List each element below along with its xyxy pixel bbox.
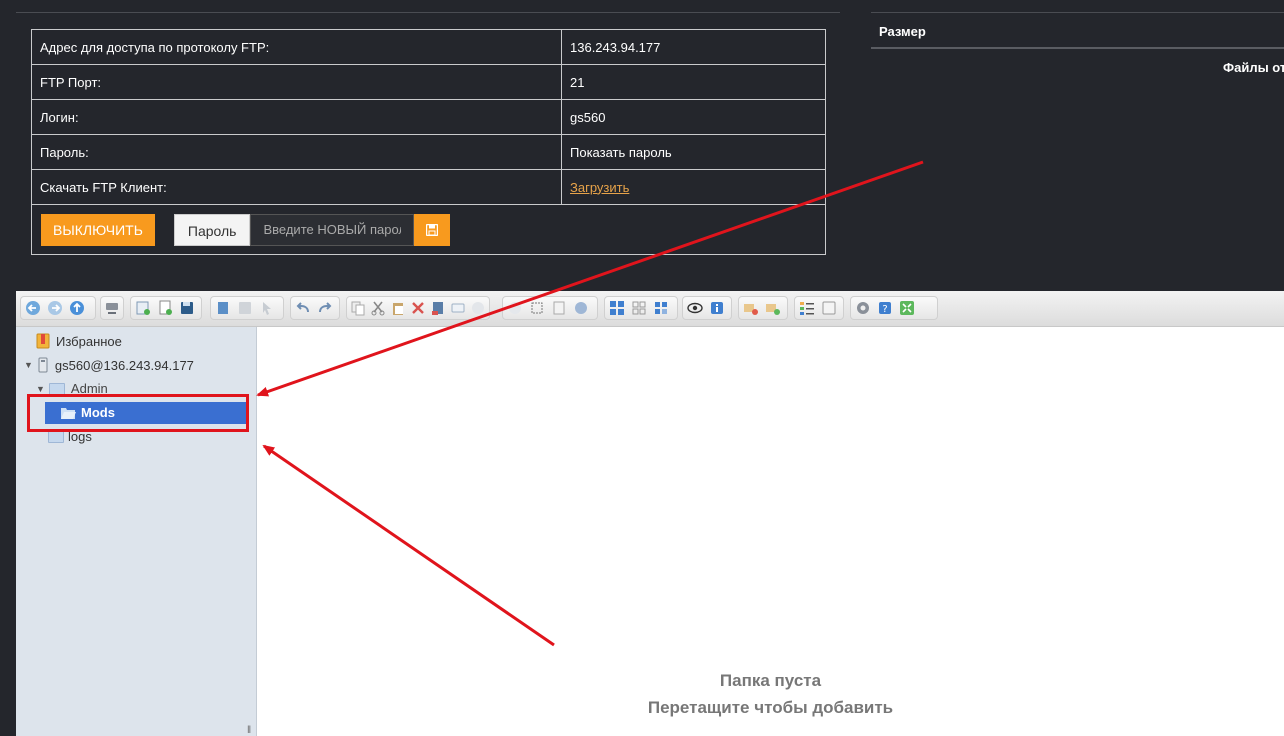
folder-content-area[interactable]: Папка пуста Перетащите чтобы добавить xyxy=(257,327,1284,736)
toolbar-group-history xyxy=(290,296,340,320)
view-icons-icon[interactable] xyxy=(607,299,627,317)
translate-icon[interactable] xyxy=(819,299,839,317)
preview-icon[interactable] xyxy=(685,299,705,317)
sort-icon[interactable] xyxy=(651,299,671,317)
right-panel: Размер Файлы от xyxy=(871,12,1284,282)
empty-icon[interactable] xyxy=(429,299,447,317)
toolbar-group-columns xyxy=(794,296,844,320)
password-controls: ВЫКЛЮЧИТЬ Пароль xyxy=(41,213,816,246)
places-icon[interactable] xyxy=(741,299,761,317)
download-client-link[interactable]: Загрузить xyxy=(570,180,629,195)
copy-icon[interactable] xyxy=(349,299,367,317)
mkdir-icon[interactable] xyxy=(133,299,153,317)
login-value: gs560 xyxy=(561,99,826,135)
file-manager: ? Избранное ▼ gs560@136.243.94.177 ▼ Adm… xyxy=(16,291,1284,736)
ftp-info-table: Адрес для доступа по протоколу FTP: 136.… xyxy=(31,29,826,255)
table-row: FTP Порт: 21 xyxy=(31,64,826,100)
netmount-icon[interactable] xyxy=(103,299,121,317)
info-icon[interactable] xyxy=(707,299,727,317)
cut-icon[interactable] xyxy=(369,299,387,317)
highlight-box xyxy=(27,394,249,432)
folder-tree: Избранное ▼ gs560@136.243.94.177 ▼ Admin… xyxy=(16,327,257,736)
paste-icon[interactable] xyxy=(389,299,407,317)
ftp-address-label: Адрес для доступа по протоколу FTP: xyxy=(31,29,562,65)
show-password-link[interactable]: Показать пароль xyxy=(561,134,826,170)
table-row: Логин: gs560 xyxy=(31,99,826,135)
tree-item-favorites[interactable]: Избранное xyxy=(36,333,122,349)
password-label: Пароль: xyxy=(31,134,562,170)
view-list-icon[interactable] xyxy=(629,299,649,317)
top-divider xyxy=(16,12,840,13)
undo-icon[interactable] xyxy=(293,299,313,317)
toolbar-group-create xyxy=(130,296,202,320)
favorites-icon xyxy=(36,333,50,349)
redo-icon[interactable] xyxy=(315,299,335,317)
settings-icon[interactable] xyxy=(853,299,873,317)
toolbar-group-places xyxy=(738,296,788,320)
size-column-header[interactable]: Размер xyxy=(879,24,926,39)
open-icon[interactable] xyxy=(213,299,233,317)
table-row: Адрес для доступа по протоколу FTP: 136.… xyxy=(31,29,826,65)
column-list-icon[interactable] xyxy=(797,299,817,317)
up-icon[interactable] xyxy=(67,299,87,317)
download-client-label: Скачать FTP Клиент: xyxy=(31,169,562,205)
tree-item-label: Избранное xyxy=(56,333,122,349)
folder-icon xyxy=(48,430,64,443)
login-label: Логин: xyxy=(31,99,562,135)
empty-folder-hint: Перетащите чтобы добавить xyxy=(647,698,894,717)
empty-folder-title: Папка пуста xyxy=(719,671,822,690)
toolbar-group-edit xyxy=(346,296,490,320)
ftp-address-value: 136.243.94.177 xyxy=(561,29,826,65)
tree-item-label: gs560@136.243.94.177 xyxy=(54,357,194,373)
new-password-input[interactable] xyxy=(250,213,415,246)
toolbar-group-tools xyxy=(502,296,598,320)
toolbar-group-info xyxy=(682,296,732,320)
forward-icon[interactable] xyxy=(45,299,65,317)
columns-icon[interactable] xyxy=(763,299,783,317)
password-control-row: ВЫКЛЮЧИТЬ Пароль xyxy=(31,204,826,255)
password-field-label: Пароль xyxy=(173,213,251,246)
ftp-port-label: FTP Порт: xyxy=(31,64,562,100)
fullscreen-icon[interactable] xyxy=(897,299,917,317)
toolbar-group-view xyxy=(604,296,678,320)
back-icon[interactable] xyxy=(23,299,43,317)
ftp-port-value: 21 xyxy=(561,64,826,100)
resize-handle[interactable]: ‖ xyxy=(247,725,251,736)
folder-icon xyxy=(48,382,65,395)
toolbar-group-open xyxy=(210,296,284,320)
table-row: Пароль: Показать пароль xyxy=(31,134,826,170)
help-icon[interactable]: ? xyxy=(875,299,895,317)
resize-icon[interactable] xyxy=(527,299,547,317)
chevron-down-icon[interactable]: ▼ xyxy=(36,384,45,394)
svg-text:?: ? xyxy=(882,304,887,315)
rename-icon[interactable] xyxy=(449,299,467,317)
table-row: Скачать FTP Клиент: Загрузить xyxy=(31,169,826,205)
extract-icon[interactable] xyxy=(549,299,569,317)
duplicate-icon[interactable] xyxy=(469,299,487,317)
download-icon[interactable] xyxy=(235,299,255,317)
save-password-button[interactable] xyxy=(414,213,451,246)
save-icon[interactable] xyxy=(177,299,197,317)
floppy-disk-icon xyxy=(426,223,439,236)
mkfile-icon[interactable] xyxy=(155,299,175,317)
delete-icon[interactable] xyxy=(409,299,427,317)
toolbar-group-netmount xyxy=(100,296,124,320)
toolbar-group-navigation xyxy=(20,296,96,320)
tree-item-root[interactable]: ▼ gs560@136.243.94.177 xyxy=(24,357,194,373)
archive-icon[interactable] xyxy=(571,299,591,317)
disable-ftp-button[interactable]: ВЫКЛЮЧИТЬ xyxy=(41,213,155,246)
drive-icon xyxy=(38,357,48,373)
toolbar-group-help: ? xyxy=(850,296,938,320)
select-icon[interactable] xyxy=(257,299,277,317)
files-text: Файлы от xyxy=(1223,60,1284,75)
divider xyxy=(871,12,1284,13)
chevron-down-icon[interactable]: ▼ xyxy=(24,360,33,370)
edit-icon[interactable] xyxy=(505,299,525,317)
file-manager-toolbar: ? xyxy=(16,291,1284,327)
divider xyxy=(871,47,1284,49)
